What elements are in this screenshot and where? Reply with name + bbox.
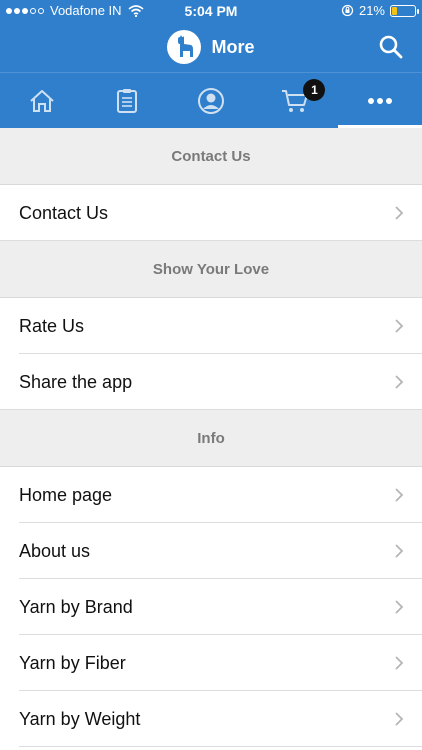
- list-item-label: Home page: [19, 484, 113, 505]
- cart-badge: 1: [303, 79, 326, 101]
- tab-home[interactable]: [0, 73, 84, 128]
- home-icon: [30, 89, 54, 112]
- user-icon: [198, 87, 225, 114]
- chevron-right-icon: [395, 600, 404, 614]
- tab-account[interactable]: [169, 73, 253, 128]
- search-icon[interactable]: [378, 34, 404, 60]
- list-item-label: Yarn by Fiber: [19, 652, 126, 673]
- alpaca-logo-icon: [167, 30, 202, 64]
- status-right: 21%: [341, 3, 419, 18]
- chevron-right-icon: [395, 206, 404, 220]
- tab-cart[interactable]: 1: [253, 73, 337, 128]
- tab-more[interactable]: [337, 73, 422, 128]
- battery-percent: 21%: [358, 3, 385, 18]
- list-item-label: Rate Us: [19, 315, 85, 336]
- list-item-home-page[interactable]: Home page: [0, 467, 422, 523]
- section-header-info: Info: [0, 410, 422, 467]
- header-title-group: More: [0, 30, 422, 64]
- chevron-right-icon: [395, 375, 404, 389]
- page-title: More: [211, 36, 255, 57]
- list-item-contact-us[interactable]: Contact Us: [0, 185, 422, 241]
- chevron-right-icon: [395, 319, 404, 333]
- app-header: More: [0, 22, 422, 72]
- tab-bar: 1: [0, 72, 422, 128]
- list-item-yarn-by-fiber[interactable]: Yarn by Fiber: [0, 635, 422, 691]
- orientation-lock-icon: [341, 4, 354, 17]
- chevron-right-icon: [395, 656, 404, 670]
- list-item-rate-us[interactable]: Rate Us: [0, 298, 422, 354]
- list-item-label: About us: [19, 540, 91, 561]
- section-header-show-your-love: Show Your Love: [0, 241, 422, 298]
- tab-orders[interactable]: [84, 73, 168, 128]
- settings-list: Contact Us Contact Us Show Your Love Rat…: [0, 128, 422, 747]
- chevron-right-icon: [395, 488, 404, 502]
- chevron-right-icon: [395, 544, 404, 558]
- list-item-label: Yarn by Brand: [19, 596, 133, 617]
- list-item-label: Yarn by Weight: [19, 708, 141, 729]
- chevron-right-icon: [395, 712, 404, 726]
- more-dots-icon: [367, 97, 392, 104]
- clipboard-icon: [116, 88, 137, 113]
- status-bar: Vodafone IN 5:04 PM 21%: [0, 0, 422, 22]
- battery-icon: [390, 4, 419, 17]
- list-item-yarn-by-brand[interactable]: Yarn by Brand: [0, 579, 422, 635]
- list-item-label: Contact Us: [19, 202, 109, 223]
- list-item-share-app[interactable]: Share the app: [0, 354, 422, 410]
- section-header-contact: Contact Us: [0, 128, 422, 185]
- list-item-label: Share the app: [19, 371, 133, 392]
- list-item-about-us[interactable]: About us: [0, 523, 422, 579]
- list-item-yarn-by-weight[interactable]: Yarn by Weight: [0, 691, 422, 747]
